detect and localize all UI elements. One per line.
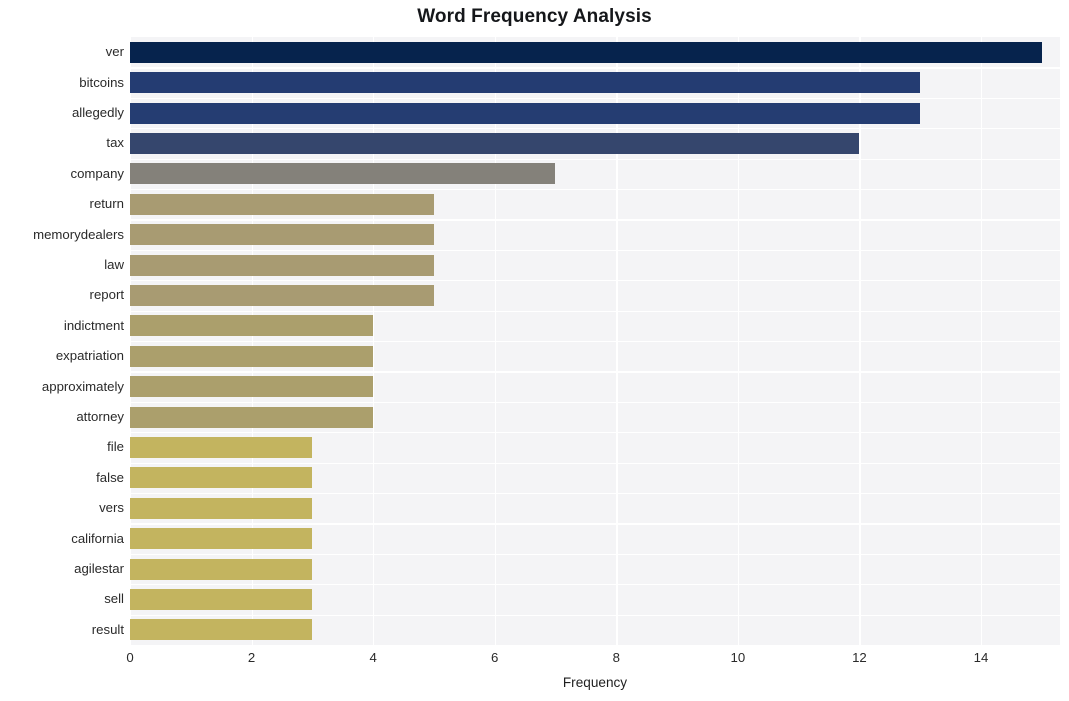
bar bbox=[130, 284, 434, 306]
y-axis-tick-label: false bbox=[96, 469, 124, 485]
bar bbox=[130, 254, 434, 276]
y-axis-tick-label: file bbox=[107, 439, 124, 455]
y-axis-tick-label: return bbox=[89, 196, 124, 212]
y-axis-tick-label: attorney bbox=[76, 409, 124, 424]
gridline-y bbox=[130, 584, 1060, 586]
gridline-y bbox=[130, 371, 1060, 373]
gridline-y bbox=[130, 493, 1060, 495]
bar bbox=[130, 345, 374, 367]
y-axis-tick-label: sell bbox=[104, 591, 124, 607]
bar bbox=[130, 315, 374, 337]
bar bbox=[130, 558, 313, 580]
x-axis-tick-label: 12 bbox=[852, 650, 867, 665]
y-axis-tick-label: law bbox=[104, 257, 124, 272]
y-axis-tick-label: vers bbox=[99, 500, 124, 516]
x-axis-tick-label: 4 bbox=[369, 650, 377, 665]
gridline-y bbox=[130, 432, 1060, 434]
plot-area bbox=[130, 37, 1060, 645]
x-axis-tick-labels: 0 2 4 6 8 10 12 14 bbox=[0, 650, 1069, 670]
bar bbox=[130, 41, 1042, 63]
gridline-y bbox=[130, 310, 1060, 312]
x-axis-tick-label: 10 bbox=[730, 650, 746, 665]
y-axis-tick-label: report bbox=[89, 287, 124, 303]
bar bbox=[130, 497, 313, 519]
y-axis-tick-label: tax bbox=[106, 135, 124, 151]
y-axis-tick-label: ver bbox=[105, 44, 124, 60]
bar bbox=[130, 102, 921, 124]
gridline-y bbox=[130, 97, 1060, 100]
y-axis-tick-label: approximately bbox=[41, 378, 124, 394]
y-axis-tick-label: bitcoins bbox=[79, 74, 124, 90]
bar bbox=[130, 619, 313, 641]
bar bbox=[130, 436, 313, 458]
gridline-y bbox=[130, 614, 1060, 616]
y-axis-tick-labels: ver bitcoins allegedly tax company return memo… bbox=[0, 37, 124, 645]
gridline-y bbox=[130, 401, 1060, 404]
x-axis-tick-label: 6 bbox=[491, 650, 499, 665]
y-axis-tick-label: expatriation bbox=[55, 348, 124, 364]
x-axis-tick-label: 0 bbox=[126, 650, 134, 665]
gridline-y bbox=[130, 219, 1060, 221]
x-axis-tick-label: 2 bbox=[247, 650, 256, 665]
y-axis-tick-label: result bbox=[91, 621, 124, 637]
bar bbox=[130, 528, 313, 550]
bar bbox=[130, 72, 921, 94]
word-frequency-chart: Word Frequency Analysis ver bitcoins alleg… bbox=[0, 0, 1069, 701]
x-axis-title: Frequency bbox=[562, 675, 628, 690]
gridline-y bbox=[130, 341, 1060, 343]
bar bbox=[130, 376, 374, 398]
gridline-y bbox=[130, 128, 1060, 130]
y-axis-tick-label: memorydealers bbox=[33, 226, 124, 242]
bar bbox=[130, 224, 434, 246]
gridline-y bbox=[130, 280, 1060, 282]
gridline-y bbox=[130, 249, 1060, 252]
gridline-y bbox=[130, 553, 1060, 556]
bar bbox=[130, 132, 860, 154]
x-axis-tick-label: 8 bbox=[612, 650, 620, 665]
chart-title: Word Frequency Analysis bbox=[417, 6, 652, 27]
gridline-y bbox=[130, 523, 1060, 525]
y-axis-tick-label: agilestar bbox=[74, 561, 124, 576]
gridline-y bbox=[130, 462, 1060, 464]
bar bbox=[130, 193, 434, 215]
y-axis-tick-label: california bbox=[71, 530, 124, 546]
bar bbox=[130, 406, 374, 428]
x-axis-tick-label: 14 bbox=[973, 650, 989, 665]
bar bbox=[130, 467, 313, 489]
gridline-y bbox=[130, 158, 1060, 160]
bar bbox=[130, 588, 313, 610]
bar bbox=[130, 163, 556, 185]
gridline-y bbox=[130, 67, 1060, 69]
y-axis-tick-label: allegedly bbox=[71, 105, 124, 120]
y-axis-tick-label: company bbox=[70, 165, 124, 181]
y-axis-tick-label: indictment bbox=[63, 317, 124, 333]
gridline-y bbox=[130, 189, 1060, 191]
